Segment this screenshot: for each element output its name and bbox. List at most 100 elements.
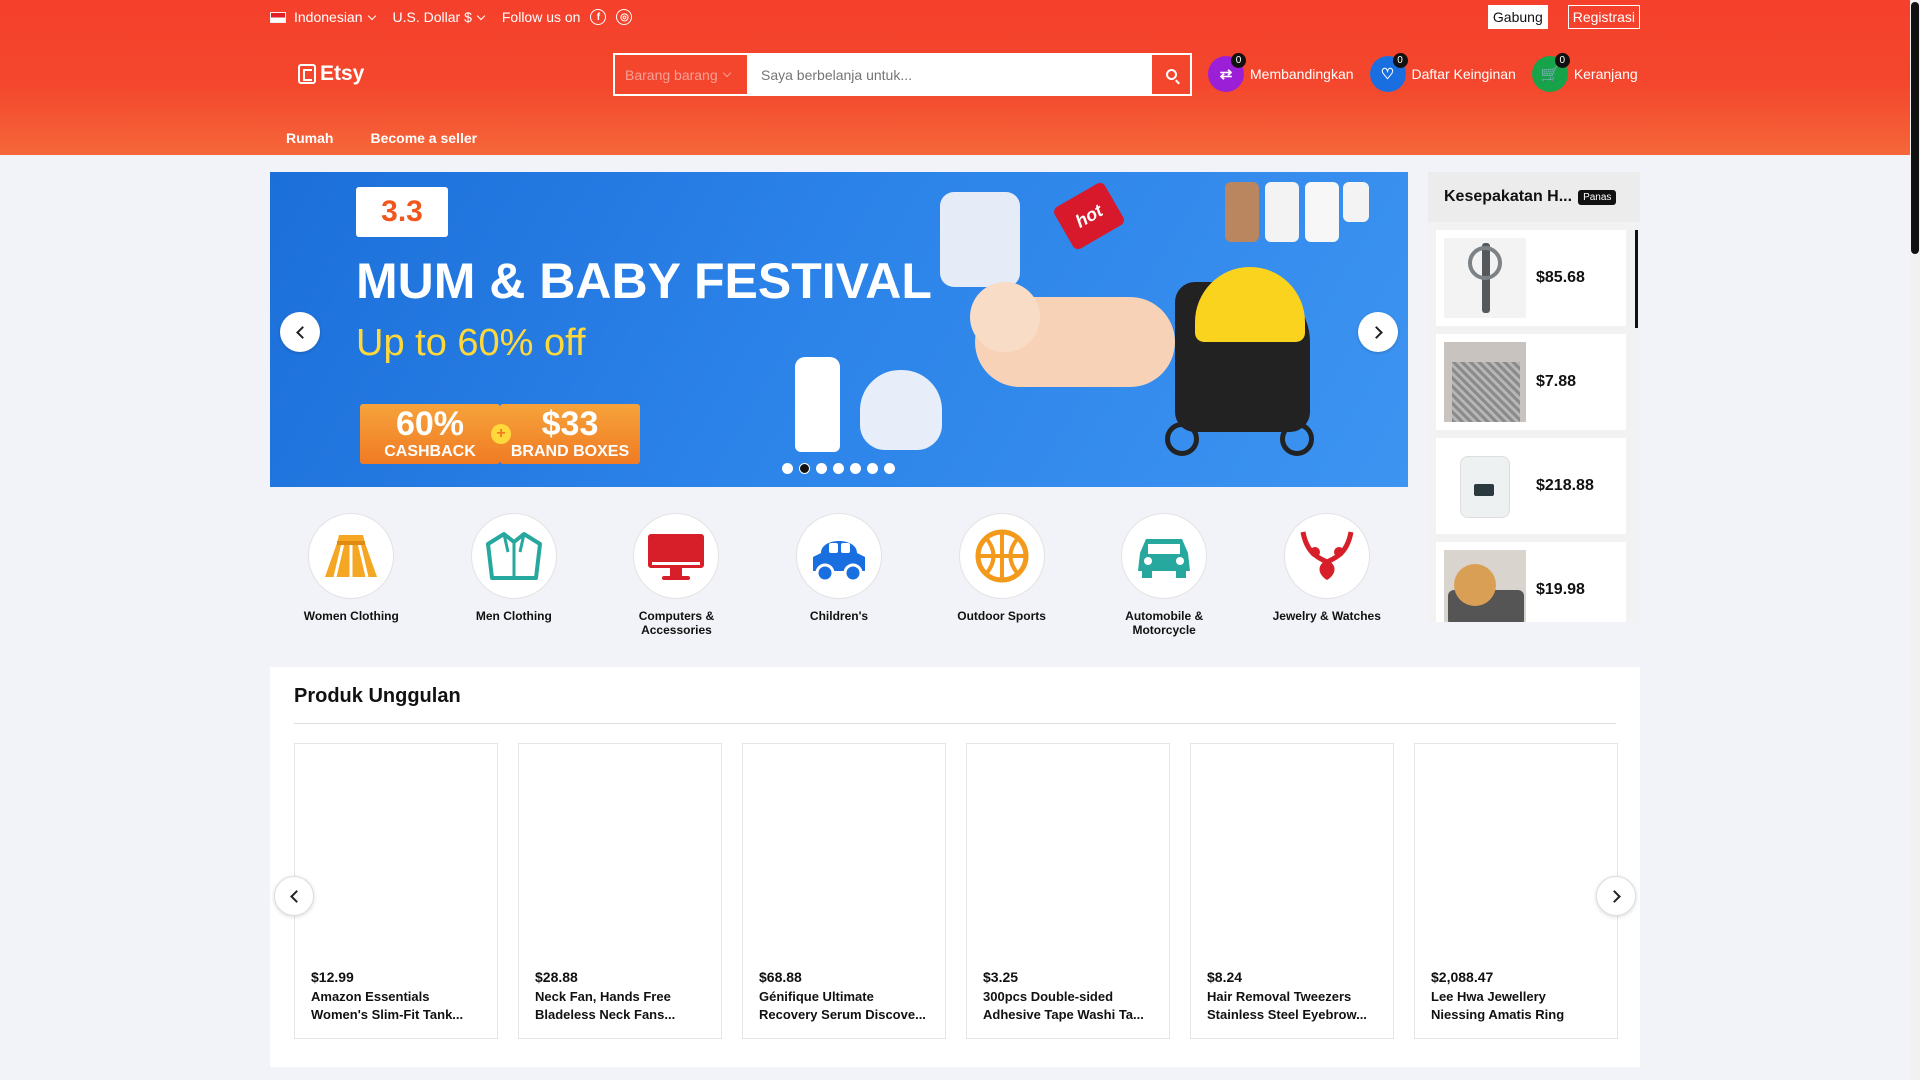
category-automobile[interactable]: Automobile & Motorcycle (1083, 513, 1246, 643)
compare-button[interactable]: ⇄ 0 Membandingkan (1208, 53, 1354, 92)
banner-dot[interactable] (782, 463, 793, 474)
compare-icon: ⇄ 0 (1208, 53, 1246, 92)
language-selector[interactable]: Indonesian (270, 9, 376, 25)
necklace-icon (1283, 513, 1370, 599)
cart-button[interactable]: 🛒 0 Keranjang (1531, 53, 1638, 92)
carousel-prev-button[interactable] (274, 876, 314, 916)
deal-image-fan (1444, 238, 1526, 318)
banner-dot[interactable] (799, 463, 810, 474)
deal-item[interactable]: $19.98 (1436, 542, 1626, 622)
category-jewelry-watches[interactable]: Jewelry & Watches (1245, 513, 1408, 643)
nav-home[interactable]: Rumah (286, 130, 333, 146)
deals-scrollbar[interactable] (1635, 230, 1638, 328)
jacket-icon (470, 513, 557, 599)
compare-count-badge: 0 (1231, 53, 1246, 68)
category-computers[interactable]: Computers & Accessories (595, 513, 758, 643)
product-card[interactable]: $3.25 300pcs Double-sided Adhesive Tape W… (966, 743, 1170, 1039)
banner-tag: 3.3 (356, 187, 448, 237)
wishlist-button[interactable]: ♡ 0 Daftar Keinginan (1369, 53, 1516, 92)
banner-dot[interactable] (884, 463, 895, 474)
category-men-clothing[interactable]: Men Clothing (433, 513, 596, 643)
deal-item[interactable]: $7.88 (1436, 334, 1626, 430)
chevron-right-icon (1369, 325, 1383, 339)
product-price: $2,088.47 (1431, 969, 1494, 985)
follow-label: Follow us on (501, 9, 581, 25)
stroller-wheel (1165, 422, 1199, 456)
wishlist-label: Daftar Keinginan (1411, 66, 1516, 82)
heart-icon: ♡ 0 (1369, 53, 1408, 92)
category-women-clothing[interactable]: Women Clothing (270, 513, 433, 643)
category-label: Outdoor Sports (957, 609, 1046, 623)
product-card[interactable]: $68.88 Génifique Ultimate Recovery Serum … (742, 743, 946, 1039)
cashback-label: CASHBACK (384, 443, 476, 461)
product-name: Neck Fan, Hands Free Bladeless Neck Fans.… (535, 989, 676, 1022)
deal-item[interactable]: $218.88 (1436, 438, 1626, 534)
search-button[interactable] (1152, 55, 1190, 94)
plus-icon: + (491, 424, 511, 444)
wishlist-count-badge: 0 (1392, 53, 1408, 68)
chevron-down-icon (722, 68, 731, 78)
category-outdoor-sports[interactable]: Outdoor Sports (920, 513, 1083, 643)
category-label: Women Clothing (303, 609, 399, 623)
language-label: Indonesian (294, 9, 363, 25)
search-input[interactable] (747, 55, 1152, 94)
product-price: $8.24 (1207, 969, 1243, 985)
page-scrollbar[interactable] (1910, 0, 1920, 1080)
register-button[interactable]: Registrasi (1567, 5, 1640, 29)
hot-badge: Panas (1578, 189, 1617, 205)
monitor-icon (633, 513, 720, 599)
currency-selector[interactable]: U.S. Dollar $ (393, 9, 486, 25)
search-category-select[interactable]: Barang barang (615, 55, 747, 94)
baby-head-image (970, 282, 1040, 352)
chevron-right-icon (1607, 889, 1621, 903)
header-actions: ⇄ 0 Membandingkan ♡ 0 Daftar Keinginan 🛒… (1208, 53, 1638, 92)
product-card[interactable]: $2,088.47 Lee Hwa Jewellery Niessing Amat… (1414, 743, 1618, 1039)
banner-dot[interactable] (850, 463, 861, 474)
product-name: Lee Hwa Jewellery Niessing Amatis Ring (1431, 989, 1565, 1022)
chevron-left-icon (289, 889, 303, 903)
nav-become-seller[interactable]: Become a seller (370, 130, 477, 146)
deal-price: $19.98 (1536, 581, 1585, 598)
carousel-next-button[interactable] (1596, 876, 1636, 916)
stroller-wheel (1280, 422, 1314, 456)
product-card[interactable]: $12.99 Amazon Essentials Women's Slim-Fit… (294, 743, 498, 1039)
product-price: $3.25 (983, 969, 1019, 985)
hot-deals-title: Kesepakatan H... (1444, 188, 1573, 205)
join-button[interactable]: Gabung (1487, 5, 1548, 29)
facebook-icon[interactable]: f (590, 9, 607, 25)
compare-label: Membandingkan (1250, 66, 1354, 82)
category-label: Automobile & Motorcycle (1125, 609, 1204, 637)
instagram-icon[interactable]: ◎ (616, 9, 633, 25)
product-card[interactable]: $28.88 Neck Fan, Hands Free Bladeless Nec… (518, 743, 722, 1039)
toy-car-icon (796, 513, 883, 599)
car-icon (1121, 513, 1208, 599)
section-title: Produk Unggulan (294, 685, 461, 707)
search-category-label: Barang barang (625, 66, 718, 83)
product-name: Génifique Ultimate Recovery Serum Discove… (759, 989, 926, 1022)
site-logo[interactable]: Etsy (298, 62, 364, 86)
hot-deals-list[interactable]: $85.68 $7.88 $218.88 $19.98 (1428, 222, 1640, 622)
product-card[interactable]: $8.24 Hair Removal Tweezers Stainless Ste… (1190, 743, 1394, 1039)
lotion-bottle-image (795, 357, 840, 452)
deal-price: $218.88 (1536, 477, 1594, 494)
chevron-down-icon (476, 11, 486, 20)
banner-next-button[interactable] (1358, 312, 1398, 352)
follow-us: Follow us on f ◎ (502, 9, 633, 25)
banner-title: MUM & BABY FESTIVAL (356, 253, 932, 309)
product-name: Hair Removal Tweezers Stainless Steel Eye… (1207, 989, 1367, 1022)
category-label: Computers & Accessories (638, 609, 715, 637)
deal-item[interactable]: $85.68 (1436, 230, 1626, 326)
banner-subtitle: Up to 60% off (356, 322, 586, 364)
category-childrens[interactable]: Children's (758, 513, 921, 643)
scrollbar-thumb[interactable] (1911, 2, 1919, 254)
banner-dot[interactable] (816, 463, 827, 474)
basketball-icon (958, 513, 1045, 599)
clothesline-image (1225, 182, 1375, 252)
banner-dot[interactable] (833, 463, 844, 474)
banner-dot[interactable] (867, 463, 878, 474)
hero-banner[interactable]: 3.3 MUM & BABY FESTIVAL Up to 60% off 60… (270, 172, 1408, 487)
search-bar: Barang barang (613, 53, 1192, 96)
brand-name: Etsy (320, 62, 365, 85)
banner-prev-button[interactable] (280, 312, 320, 352)
deal-image-bottle-warmer (1444, 446, 1526, 526)
